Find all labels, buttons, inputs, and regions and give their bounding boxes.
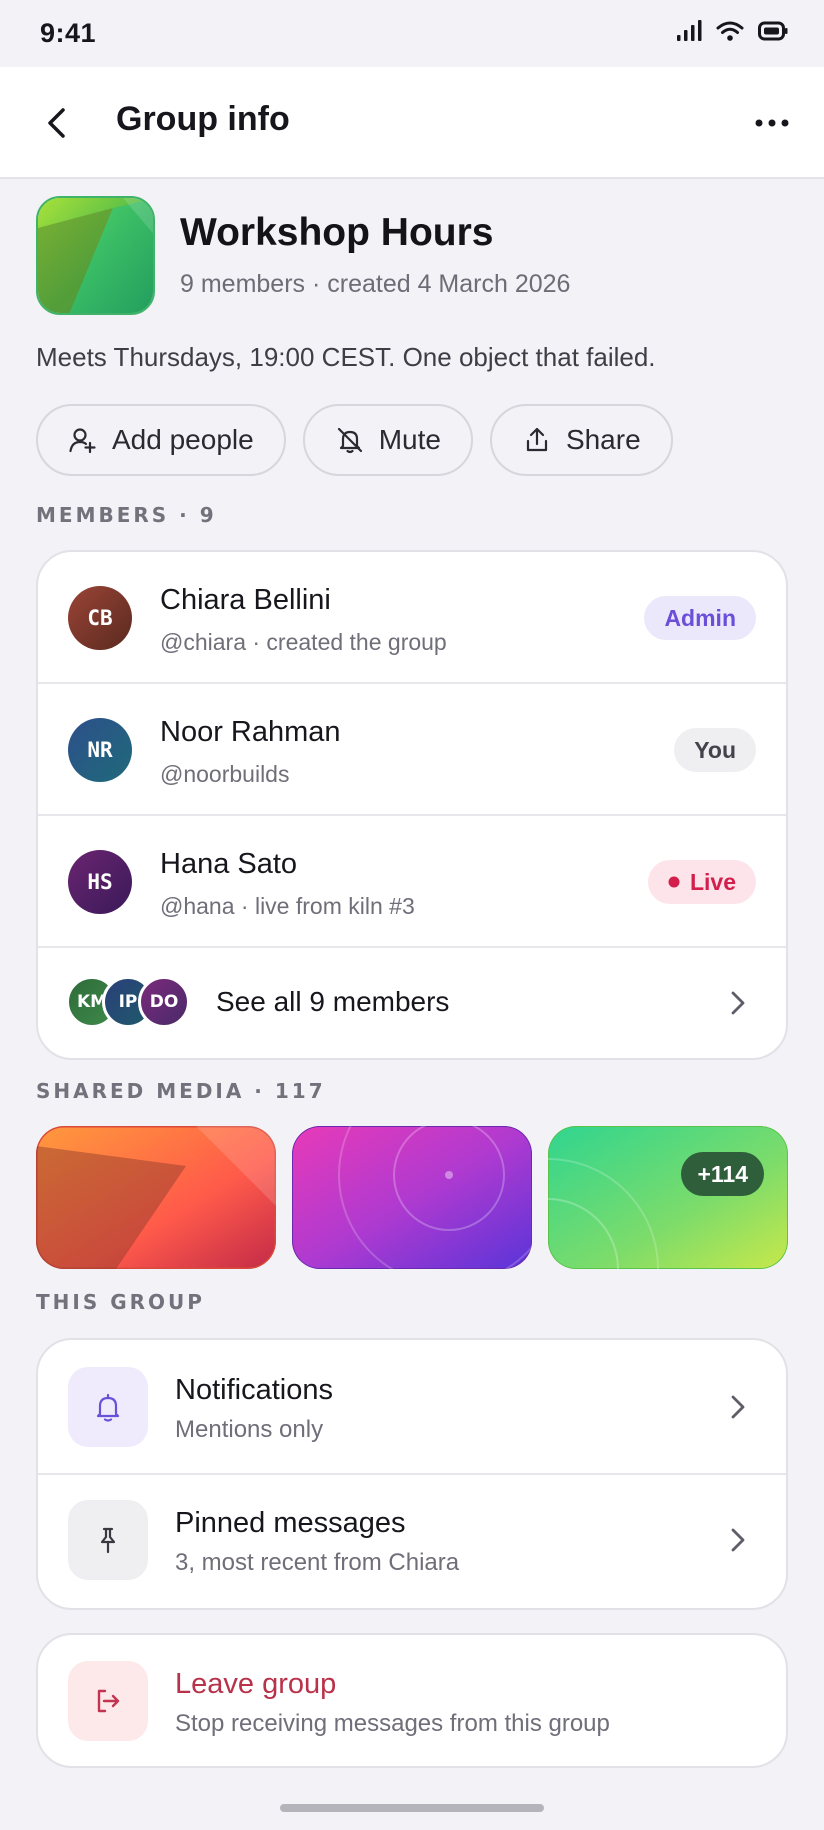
- share-label: Share: [565, 424, 641, 455]
- group-description: Meets Thursdays, 19:00 CEST. One object …: [36, 342, 656, 372]
- app-bar: Group info: [0, 67, 824, 179]
- pinned-messages-row[interactable]: Pinned messages 3, most recent from Chia…: [38, 1475, 786, 1608]
- avatar: CB: [68, 586, 132, 650]
- group-settings-card: Notifications Mentions only Pinned messa…: [36, 1338, 788, 1610]
- media-image: [548, 1126, 788, 1269]
- leave-group-subtitle: Stop receiving messages from this group: [175, 1710, 610, 1737]
- member-row[interactable]: NR Noor Rahman @noorbuilds You: [38, 684, 786, 816]
- media-image: [36, 1126, 276, 1269]
- status-icons: [676, 20, 788, 42]
- notifications-icon-tile: [68, 1367, 148, 1447]
- media-thumbnail[interactable]: [292, 1126, 532, 1269]
- pinned-icon-tile: [68, 1500, 148, 1580]
- mute-button[interactable]: Mute: [302, 404, 473, 476]
- member-row[interactable]: HS Hana Sato @hana · live from kiln #3 L…: [38, 816, 786, 948]
- see-all-members-label: See all 9 members: [216, 986, 450, 1017]
- status-bar: 9:41: [0, 0, 824, 67]
- mute-label: Mute: [378, 424, 441, 455]
- share-button[interactable]: Share: [489, 404, 673, 476]
- admin-badge: Admin: [644, 596, 756, 640]
- back-button[interactable]: [36, 101, 80, 145]
- home-indicator: [280, 1804, 544, 1812]
- chevron-right-icon: [731, 991, 745, 1015]
- cellular-signal-icon: [677, 20, 702, 41]
- logout-icon: [97, 1689, 120, 1713]
- member-subtitle: @hana · live from kiln #3: [160, 893, 415, 919]
- bell-icon: [96, 1393, 120, 1422]
- add-user-icon: [69, 428, 96, 454]
- status-time: 9:41: [40, 18, 97, 48]
- member-name: Chiara Bellini: [160, 584, 331, 616]
- chevron-right-icon: [731, 1528, 745, 1552]
- member-name: Hana Sato: [160, 848, 298, 880]
- live-badge: Live: [647, 860, 756, 904]
- group-name: Workshop Hours: [180, 211, 494, 254]
- member-subtitle: @chiara · created the group: [160, 629, 447, 655]
- member-avatar-stack: KM IP DO: [66, 976, 196, 1028]
- member-row[interactable]: CB Chiara Bellini @chiara · created the …: [38, 552, 786, 684]
- you-badge: You: [674, 728, 756, 772]
- live-badge-label: Live: [689, 868, 736, 895]
- add-people-label: Add people: [112, 424, 254, 455]
- notifications-title: Notifications: [175, 1374, 333, 1406]
- bell-off-icon: [337, 427, 362, 454]
- wifi-icon: [716, 21, 744, 41]
- leave-group-card[interactable]: Leave group Stop receiving messages from…: [36, 1633, 788, 1768]
- group-avatar-image: [38, 198, 153, 313]
- chevron-right-icon: [731, 1395, 745, 1419]
- media-thumbnail-more[interactable]: +114: [548, 1126, 788, 1269]
- pin-icon: [100, 1527, 116, 1554]
- media-image: [292, 1126, 532, 1269]
- add-people-button[interactable]: Add people: [36, 404, 286, 476]
- more-horizontal-icon: [755, 119, 789, 127]
- shared-media-section-label: SHARED MEDIA · 117: [36, 1079, 326, 1103]
- members-section-label: MEMBERS · 9: [36, 503, 217, 527]
- page-title: Group info: [116, 100, 290, 138]
- group-avatar[interactable]: [36, 196, 155, 315]
- this-group-section-label: THIS GROUP: [36, 1290, 205, 1314]
- media-thumbnail[interactable]: [36, 1126, 276, 1269]
- notifications-subtitle: Mentions only: [175, 1416, 324, 1443]
- see-all-members-row[interactable]: KM IP DO See all 9 members: [38, 948, 786, 1058]
- group-meta: 9 members · created 4 March 2026: [180, 270, 571, 298]
- member-name: Noor Rahman: [160, 716, 341, 748]
- pinned-messages-subtitle: 3, most recent from Chiara: [175, 1549, 460, 1576]
- battery-icon: [758, 21, 788, 41]
- live-dot-icon: [668, 876, 680, 888]
- avatar: DO: [138, 976, 190, 1028]
- share-icon: [526, 427, 548, 452]
- avatar: NR: [68, 718, 132, 782]
- members-card: CB Chiara Bellini @chiara · created the …: [36, 550, 788, 1060]
- pinned-messages-title: Pinned messages: [175, 1507, 406, 1539]
- leave-group-title: Leave group: [175, 1668, 337, 1700]
- member-subtitle: @noorbuilds: [160, 761, 290, 787]
- media-more-count: +114: [681, 1152, 764, 1196]
- more-options-button[interactable]: [750, 101, 794, 145]
- notifications-row[interactable]: Notifications Mentions only: [38, 1340, 786, 1475]
- action-row: Add people Mute Share: [36, 404, 673, 476]
- chevron-left-icon: [48, 108, 65, 138]
- leave-icon-tile: [68, 1661, 148, 1741]
- avatar: HS: [68, 850, 132, 914]
